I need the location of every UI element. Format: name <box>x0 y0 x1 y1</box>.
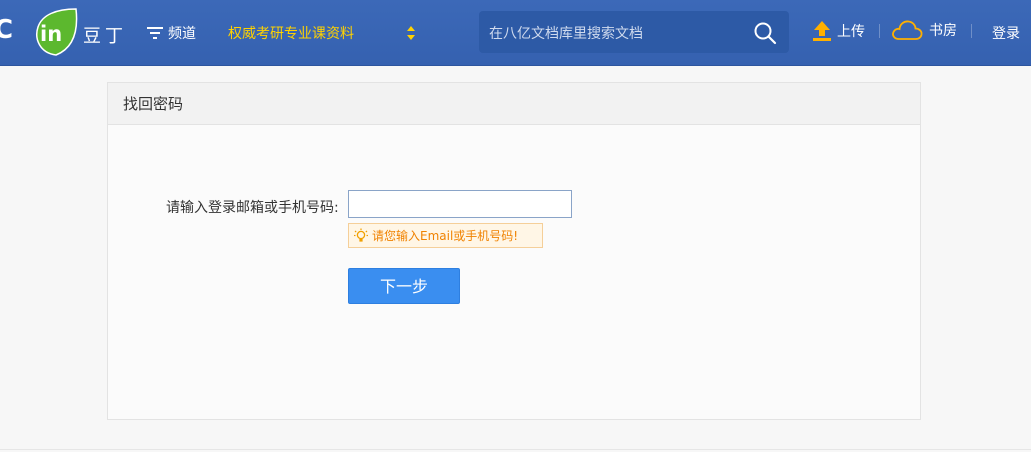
filter-icon <box>147 27 163 39</box>
divider <box>971 24 972 38</box>
reset-password-panel: 找回密码 请输入登录邮箱或手机号码: 请您输入Email或手机号码! 下一步 <box>107 82 921 420</box>
login-link[interactable]: 登录 <box>992 23 1020 43</box>
search-box[interactable]: 在八亿文档库里搜索文档 <box>479 11 789 53</box>
lightbulb-icon <box>354 228 368 242</box>
next-step-button[interactable]: 下一步 <box>348 268 460 304</box>
divider <box>879 24 880 38</box>
logo-leaf-text: in <box>40 22 63 46</box>
promo-link[interactable]: 权威考研专业课资料 <box>228 23 354 43</box>
channel-label: 频道 <box>168 26 196 42</box>
footer-divider <box>0 449 1031 450</box>
cloud-icon <box>892 20 923 40</box>
search-icon[interactable] <box>753 21 777 45</box>
search-input[interactable]: 在八亿文档库里搜索文档 <box>489 23 643 43</box>
bookroom-button[interactable]: 书房 <box>891 18 957 42</box>
upload-button[interactable]: 上传 <box>812 20 865 42</box>
input-hint: 请您输入Email或手机号码! <box>348 223 543 248</box>
account-input[interactable] <box>348 190 572 218</box>
top-nav-bar: C in 豆丁 频道 权威考研专业课资料 在八亿文档库里搜索文档 上传 书房 登… <box>0 0 1031 66</box>
docin-logo[interactable]: C in 豆丁 <box>0 4 135 62</box>
sort-arrows-icon[interactable] <box>406 25 416 41</box>
logo-letters: C <box>0 15 13 45</box>
upload-icon <box>813 21 831 41</box>
channel-menu[interactable]: 频道 <box>147 23 196 43</box>
account-field-label: 请输入登录邮箱或手机号码: <box>166 200 339 216</box>
upload-label: 上传 <box>837 24 865 40</box>
bookroom-label: 书房 <box>929 23 957 39</box>
panel-title: 找回密码 <box>108 83 920 125</box>
hint-text: 请您输入Email或手机号码! <box>372 229 519 243</box>
logo-chinese-name: 豆丁 <box>83 26 127 47</box>
